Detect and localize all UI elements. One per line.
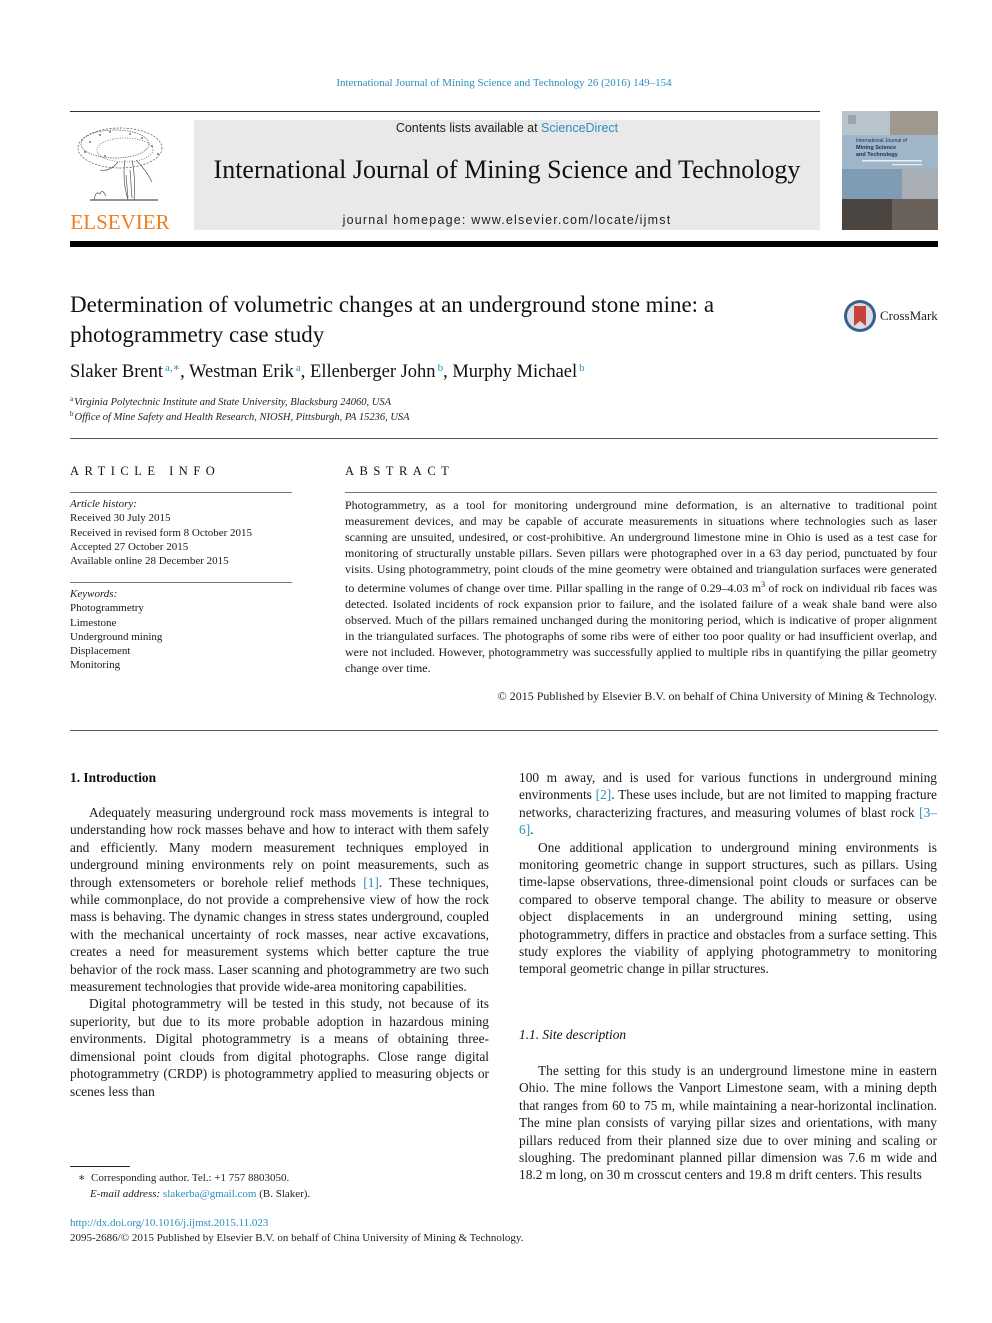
paragraph: 100 m away, and is used for various func… xyxy=(519,769,937,839)
masthead-rule xyxy=(70,241,938,247)
keyword: Limestone xyxy=(70,616,117,629)
paragraph: Adequately measuring underground rock ma… xyxy=(70,804,489,995)
page-footer: http://dx.doi.org/10.1016/j.ijmst.2015.1… xyxy=(70,1216,523,1246)
cover-title-line-1: International Journal of xyxy=(856,138,907,144)
paragraph: One additional application to undergroun… xyxy=(519,839,937,977)
history-received: Received 30 July 2015 xyxy=(70,512,171,525)
article-title: Determination of volumetric changes at a… xyxy=(70,290,830,350)
doi-link[interactable]: http://dx.doi.org/10.1016/j.ijmst.2015.1… xyxy=(70,1217,268,1229)
email-suffix: (B. Slaker). xyxy=(256,1188,311,1200)
top-rule xyxy=(70,111,820,112)
contents-prefix: Contents lists available at xyxy=(395,121,542,135)
title-divider xyxy=(70,438,938,439)
cover-title-line-2: Mining Science xyxy=(856,145,896,151)
journal-title: International Journal of Mining Science … xyxy=(213,155,801,184)
keywords: Keywords: Photogrammetry Limestone Under… xyxy=(70,587,292,673)
subsection-heading-site-description: 1.1. Site description xyxy=(519,1027,627,1042)
abstract-heading: ABSTRACT xyxy=(345,464,455,478)
article-history: Article history: Received 30 July 2015 R… xyxy=(70,497,292,568)
right-column: 100 m away, and is used for various func… xyxy=(519,769,937,978)
footnote-mark: ∗ xyxy=(78,1172,86,1184)
email-label: E-mail address: xyxy=(90,1188,163,1200)
footnote-rule xyxy=(70,1166,130,1167)
author-affiliation-mark[interactable]: b xyxy=(579,362,585,374)
footnote-text: Corresponding author. Tel.: +1 757 88030… xyxy=(90,1172,290,1184)
running-head[interactable]: International Journal of Mining Science … xyxy=(0,77,992,89)
affiliation-mark: a xyxy=(70,395,74,403)
author-name[interactable]: Murphy Michael xyxy=(452,362,577,382)
paragraph: The setting for this study is an undergr… xyxy=(519,1063,937,1183)
affiliation-a: aVirginia Polytechnic Institute and Stat… xyxy=(70,395,391,408)
article-info-heading: ARTICLE INFO xyxy=(70,464,221,478)
author-name[interactable]: Ellenberger John xyxy=(310,362,436,382)
paragraph-text: . xyxy=(530,822,534,838)
email-note: E-mail address: slakerba@gmail.com (B. S… xyxy=(78,1186,310,1202)
corresponding-author-note: ∗ Corresponding author. Tel.: +1 757 880… xyxy=(78,1170,310,1186)
publisher-name: ELSEVIER xyxy=(70,210,170,234)
citation-link[interactable]: [2] xyxy=(596,787,612,802)
abstract-text-part: of rock on individual rib faces was dete… xyxy=(345,581,937,675)
author-name[interactable]: Slaker Brent xyxy=(70,362,163,382)
email-link[interactable]: slakerba@gmail.com xyxy=(163,1188,257,1200)
keywords-label: Keywords: xyxy=(70,588,118,600)
issn-line: 2095-2686/© 2015 Published by Elsevier B… xyxy=(70,1232,524,1244)
history-accepted: Accepted 27 October 2015 xyxy=(70,540,189,553)
journal-cover-thumbnail[interactable]: International Journal of Mining Science … xyxy=(842,111,938,230)
author-separator: , xyxy=(443,362,453,382)
article-info-rule xyxy=(70,492,292,493)
author-separator: , xyxy=(300,362,311,382)
keyword: Displacement xyxy=(70,645,131,658)
keyword: Photogrammetry xyxy=(70,602,144,615)
paragraph: Digital photogrammetry will be tested in… xyxy=(70,996,489,1099)
affiliation-mark: b xyxy=(70,410,74,418)
affiliation-text: Office of Mine Safety and Health Researc… xyxy=(74,412,410,423)
footnote: ∗ Corresponding author. Tel.: +1 757 880… xyxy=(78,1170,310,1202)
keyword: Monitoring xyxy=(70,659,121,672)
paragraph-text: . These techniques, while commonplace, d… xyxy=(70,874,489,995)
abstract-copyright: © 2015 Published by Elsevier B.V. on beh… xyxy=(497,689,937,703)
author-name[interactable]: Westman Erik xyxy=(189,362,294,382)
crossmark-label[interactable]: CrossMark xyxy=(880,308,938,324)
contents-line: Contents lists available at ScienceDirec… xyxy=(194,121,820,135)
history-online: Available online 28 December 2015 xyxy=(70,555,229,568)
abstract-text: Photogrammetry, as a tool for monitoring… xyxy=(345,497,937,676)
journal-homepage[interactable]: journal homepage: www.elsevier.com/locat… xyxy=(194,213,820,227)
abstract-divider xyxy=(70,730,938,731)
article-title-line-1: Determination of volumetric changes at a… xyxy=(70,292,715,317)
cover-title-line-3: and Technology xyxy=(856,152,899,158)
affiliation-b: bOffice of Mine Safety and Health Resear… xyxy=(70,410,410,423)
author-separator: , xyxy=(180,362,190,382)
keyword: Underground mining xyxy=(70,630,163,643)
section-heading-introduction: 1. Introduction xyxy=(70,770,157,785)
history-revised: Received in revised form 8 October 2015 xyxy=(70,526,253,539)
citation-link[interactable]: [1] xyxy=(363,875,379,890)
history-label: Article history: xyxy=(70,498,137,510)
abstract-rule xyxy=(345,492,937,493)
left-column: Adequately measuring underground rock ma… xyxy=(70,804,489,1100)
author-list: Slaker Brent a,∗, Westman Erik a, Ellenber… xyxy=(70,361,585,383)
affiliation-text: Virginia Polytechnic Institute and State… xyxy=(74,397,391,408)
sciencedirect-link[interactable]: ScienceDirect xyxy=(541,121,618,135)
right-column-site: The setting for this study is an undergr… xyxy=(519,1062,937,1184)
article-title-line-2: photogrammetry case study xyxy=(70,322,325,347)
crossmark-icon xyxy=(844,300,876,332)
keywords-rule xyxy=(70,582,292,583)
author-affiliation-mark[interactable]: a,∗ xyxy=(165,362,180,374)
